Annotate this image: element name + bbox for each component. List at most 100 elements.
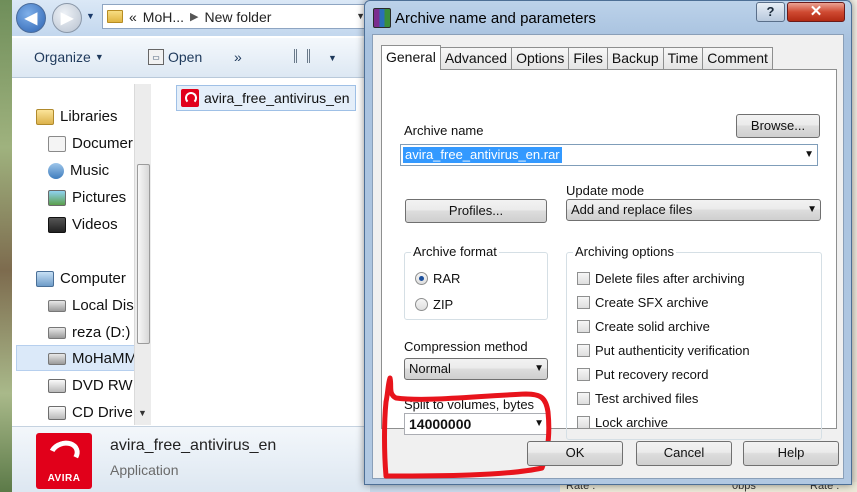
compression-method-label: Compression method	[404, 339, 528, 354]
option-lock-archive[interactable]: Lock archive	[577, 415, 668, 430]
title-help-button[interactable]: ?	[756, 2, 785, 22]
archive-name-dropdown-icon[interactable]: ▼	[804, 149, 814, 160]
option-authenticity[interactable]: Put authenticity verification	[577, 343, 750, 358]
tab-general[interactable]: General	[381, 45, 441, 70]
archive-parameters-dialog: Archive name and parameters ? ✕ General …	[364, 0, 852, 485]
checkbox-icon	[577, 392, 590, 405]
explorer-navigation-bar: ◀ ▶ ▼ « MoH... ▶ New folder ▼	[12, 0, 370, 36]
forward-arrow-icon[interactable]: ▶	[52, 3, 82, 33]
close-button[interactable]: ✕	[787, 2, 845, 22]
local-disk-icon	[48, 299, 66, 312]
split-volumes-combo[interactable]: 14000000 ▼	[404, 413, 548, 435]
archive-name-combo[interactable]: avira_free_antivirus_en.rar ▼	[400, 144, 818, 166]
open-label: Open	[168, 49, 203, 65]
option-delete-files[interactable]: Delete files after archiving	[577, 271, 745, 286]
organize-button[interactable]: Organize ▼	[34, 49, 104, 65]
archive-name-label: Archive name	[404, 123, 484, 138]
nav-item-computer[interactable]: Computer	[36, 270, 126, 287]
nav-item-documents[interactable]: Documer	[48, 135, 133, 152]
format-zip-label: ZIP	[433, 297, 454, 312]
nav-pane-scrollbar[interactable]: ▼	[134, 84, 151, 425]
option-create-sfx[interactable]: Create SFX archive	[577, 295, 708, 310]
recent-pages-chevron-icon[interactable]: ▼	[86, 11, 95, 21]
views-button[interactable]	[294, 49, 310, 63]
views-dropdown-icon[interactable]: ▼	[328, 53, 337, 63]
tab-time[interactable]: Time	[662, 47, 704, 70]
drive-icon	[48, 326, 66, 339]
address-bar[interactable]: « MoH... ▶ New folder ▼	[102, 4, 370, 29]
nav-item-local-disk[interactable]: Local Dis	[48, 297, 134, 314]
nav-item-reza-drive[interactable]: reza (D:)	[48, 324, 130, 341]
address-crumb-new-folder[interactable]: New folder	[205, 9, 272, 25]
tab-comment[interactable]: Comment	[702, 47, 773, 70]
music-icon	[48, 162, 64, 179]
nav-item-label: Local Dis	[72, 297, 134, 314]
option-test-files[interactable]: Test archived files	[577, 391, 698, 406]
nav-item-music[interactable]: Music	[48, 162, 109, 179]
explorer-toolbar: Organize ▼ ▭ Open » ▼	[12, 38, 370, 78]
option-label: Create SFX archive	[595, 295, 709, 310]
nav-item-label: Computer	[60, 270, 126, 287]
format-rar-label: RAR	[433, 271, 461, 286]
nav-item-videos[interactable]: Videos	[48, 216, 118, 233]
tab-backup[interactable]: Backup	[606, 47, 664, 70]
browse-button[interactable]: Browse...	[736, 114, 820, 138]
nav-item-label: Pictures	[72, 189, 127, 206]
back-arrow-icon[interactable]: ◀	[16, 3, 46, 33]
ok-button[interactable]: OK	[527, 441, 623, 466]
radio-selected-icon	[415, 272, 428, 285]
folder-icon	[107, 10, 123, 23]
profiles-button[interactable]: Profiles...	[405, 199, 547, 223]
dialog-title: Archive name and parameters	[395, 10, 596, 27]
address-crumb-mohamm[interactable]: MoH...	[143, 9, 184, 25]
tab-options[interactable]: Options	[511, 47, 570, 70]
archiving-options-group: Archiving options Delete files after arc…	[566, 244, 822, 440]
organize-chevron-icon: ▼	[94, 52, 104, 62]
compression-dropdown-icon: ▼	[534, 363, 544, 374]
file-item-avira[interactable]: avira_free_antivirus_en	[176, 85, 356, 111]
tab-advanced[interactable]: Advanced	[439, 47, 513, 70]
nav-item-libraries[interactable]: Libraries	[36, 108, 118, 125]
checkbox-icon	[577, 368, 590, 381]
more-commands-button[interactable]: »	[234, 49, 242, 65]
archive-format-group: Archive format RAR ZIP	[404, 244, 548, 320]
option-recovery-record[interactable]: Put recovery record	[577, 367, 708, 382]
documents-icon	[48, 135, 66, 152]
help-button[interactable]: Help	[743, 441, 839, 466]
update-mode-select[interactable]: Add and replace files ▼	[566, 199, 821, 221]
scrollbar-thumb[interactable]	[137, 164, 150, 344]
option-create-solid[interactable]: Create solid archive	[577, 319, 710, 334]
computer-icon	[36, 270, 54, 287]
views-icon	[294, 49, 310, 63]
videos-icon	[48, 216, 66, 233]
tab-files[interactable]: Files	[568, 47, 608, 70]
nav-item-cd-drive[interactable]: CD Drive	[48, 404, 133, 421]
dialog-body: General Advanced Options Files Backup Ti…	[372, 34, 844, 479]
winrar-icon	[373, 8, 391, 28]
details-file-name: avira_free_antivirus_en	[110, 437, 277, 454]
nav-item-pictures[interactable]: Pictures	[48, 189, 126, 206]
open-button[interactable]: ▭ Open	[148, 49, 202, 65]
compression-method-select[interactable]: Normal ▼	[404, 358, 548, 380]
address-overflow[interactable]: «	[129, 9, 137, 25]
address-separator-icon[interactable]: ▶	[190, 10, 198, 23]
cancel-button[interactable]: Cancel	[636, 441, 732, 466]
organize-label: Organize	[34, 49, 91, 65]
tab-strip: General Advanced Options Files Backup Ti…	[381, 45, 773, 70]
archiving-options-title: Archiving options	[573, 244, 676, 259]
scroll-down-arrow-icon[interactable]: ▼	[138, 408, 147, 418]
format-zip-radio[interactable]: ZIP	[415, 297, 453, 312]
explorer-window: ◀ ▶ ▼ « MoH... ▶ New folder ▼ Organize ▼…	[0, 0, 370, 492]
file-item-label: avira_free_antivirus_en	[204, 90, 350, 106]
avira-logo-icon: AVIRA	[36, 433, 92, 489]
split-volumes-label: Split to volumes, bytes	[404, 397, 535, 412]
split-dropdown-icon[interactable]: ▼	[534, 414, 544, 434]
checkbox-icon	[577, 296, 590, 309]
nav-item-mohamm-drive[interactable]: MoHaMM	[48, 350, 137, 367]
format-rar-radio[interactable]: RAR	[415, 271, 460, 286]
avira-swoosh	[44, 436, 84, 472]
nav-item-dvd-rw[interactable]: DVD RW	[48, 377, 133, 394]
option-label: Delete files after archiving	[595, 271, 745, 286]
compression-method-value: Normal	[409, 361, 451, 376]
nav-item-label: Libraries	[60, 108, 118, 125]
